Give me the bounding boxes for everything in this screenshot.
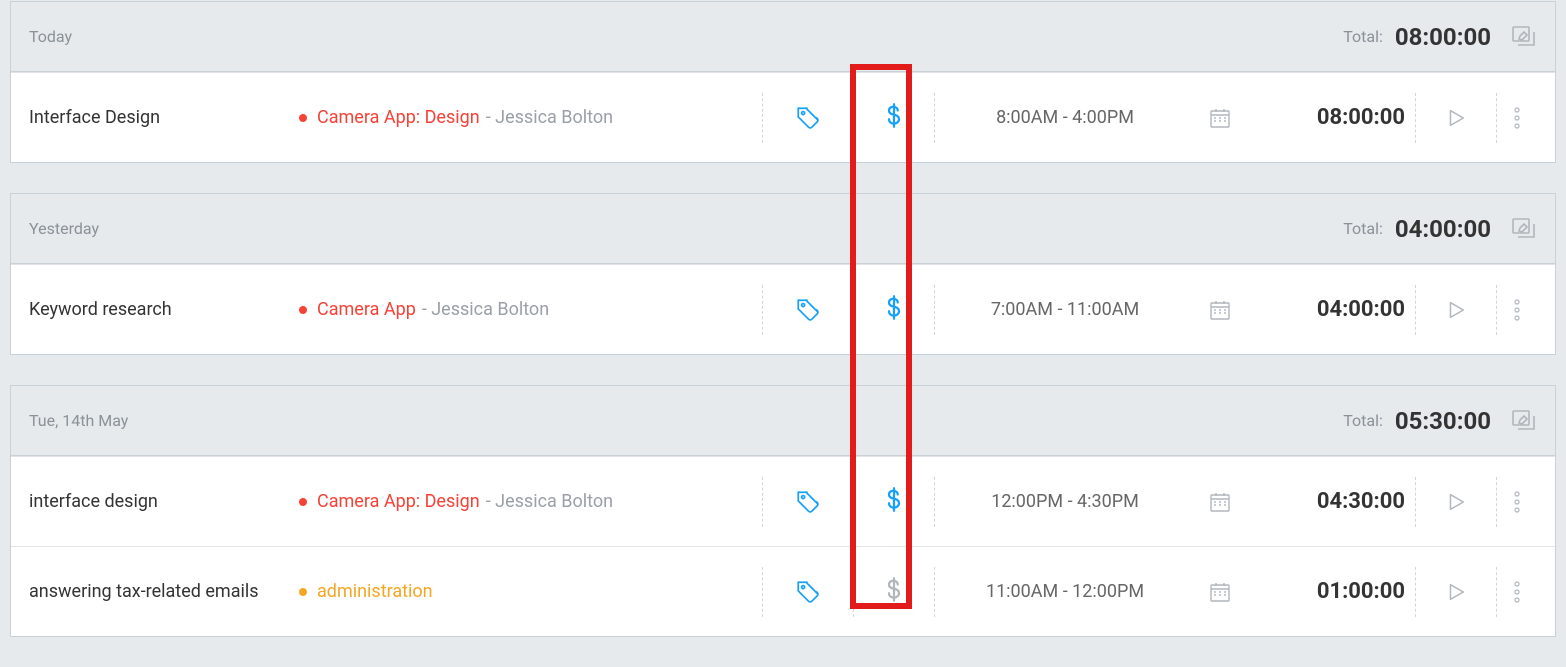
- time-range[interactable]: 12:00PM - 4:30PM: [935, 491, 1195, 512]
- dollar-icon: [885, 487, 903, 517]
- day-group-header: Tue, 14th May Total: 05:30:00: [11, 386, 1555, 456]
- entry-project[interactable]: Camera App - Jessica Bolton: [299, 299, 762, 320]
- day-group: Today Total: 08:00:00 Interface Design C…: [10, 1, 1556, 163]
- dollar-icon: [885, 577, 903, 607]
- entry-description[interactable]: Interface Design: [29, 107, 299, 128]
- play-icon: [1445, 581, 1467, 603]
- client-name: - Jessica Bolton: [422, 299, 549, 320]
- time-entry-row: Keyword research Camera App - Jessica Bo…: [11, 264, 1555, 354]
- day-group-header: Yesterday Total: 04:00:00: [11, 194, 1555, 264]
- total-label: Total:: [1343, 411, 1383, 430]
- bulk-edit-icon[interactable]: [1511, 409, 1537, 433]
- calendar-button[interactable]: [1195, 106, 1245, 130]
- time-range[interactable]: 7:00AM - 11:00AM: [935, 299, 1195, 320]
- more-menu-button[interactable]: [1497, 107, 1537, 129]
- client-name: - Jessica Bolton: [486, 491, 613, 512]
- project-name: Camera App: Design: [317, 107, 480, 128]
- time-range[interactable]: 11:00AM - 12:00PM: [935, 581, 1195, 602]
- project-name: administration: [317, 581, 433, 602]
- duration[interactable]: 01:00:00: [1245, 579, 1415, 604]
- tag-button[interactable]: [763, 489, 853, 515]
- dollar-icon: [885, 295, 903, 325]
- continue-button[interactable]: [1416, 581, 1496, 603]
- tag-button[interactable]: [763, 105, 853, 131]
- more-menu-button[interactable]: [1497, 299, 1537, 321]
- total-label: Total:: [1343, 27, 1383, 46]
- billable-toggle[interactable]: [854, 103, 934, 133]
- day-group: Yesterday Total: 04:00:00 Keyword resear…: [10, 193, 1556, 355]
- more-menu-button[interactable]: [1497, 491, 1537, 513]
- tag-icon: [795, 489, 821, 515]
- time-entry-row: Interface Design Camera App: Design - Je…: [11, 72, 1555, 162]
- tag-icon: [795, 297, 821, 323]
- time-entry-row: interface design Camera App: Design - Je…: [11, 456, 1555, 546]
- entry-project[interactable]: administration: [299, 581, 762, 602]
- project-color-dot: [299, 498, 307, 506]
- billable-toggle[interactable]: [854, 487, 934, 517]
- play-icon: [1445, 491, 1467, 513]
- play-icon: [1445, 299, 1467, 321]
- day-group: Tue, 14th May Total: 05:30:00 interface …: [10, 385, 1556, 637]
- total-value: 08:00:00: [1395, 23, 1491, 51]
- time-range[interactable]: 8:00AM - 4:00PM: [935, 107, 1195, 128]
- day-label: Today: [29, 27, 1343, 46]
- total-label: Total:: [1343, 219, 1383, 238]
- entry-description[interactable]: answering tax-related emails: [29, 581, 299, 602]
- bulk-edit-icon[interactable]: [1511, 217, 1537, 241]
- calendar-button[interactable]: [1195, 580, 1245, 604]
- calendar-button[interactable]: [1195, 490, 1245, 514]
- continue-button[interactable]: [1416, 491, 1496, 513]
- project-color-dot: [299, 588, 307, 596]
- calendar-icon: [1208, 106, 1232, 130]
- play-icon: [1445, 107, 1467, 129]
- total-value: 04:00:00: [1395, 215, 1491, 243]
- total-value: 05:30:00: [1395, 407, 1491, 435]
- calendar-icon: [1208, 490, 1232, 514]
- project-color-dot: [299, 114, 307, 122]
- entry-project[interactable]: Camera App: Design - Jessica Bolton: [299, 107, 762, 128]
- calendar-icon: [1208, 580, 1232, 604]
- duration[interactable]: 04:00:00: [1245, 297, 1415, 322]
- more-icon: [1514, 299, 1520, 321]
- day-label: Yesterday: [29, 219, 1343, 238]
- time-entry-row: answering tax-related emails administrat…: [11, 546, 1555, 636]
- dollar-icon: [885, 103, 903, 133]
- tag-icon: [795, 105, 821, 131]
- billable-toggle[interactable]: [854, 295, 934, 325]
- continue-button[interactable]: [1416, 299, 1496, 321]
- calendar-icon: [1208, 298, 1232, 322]
- day-label: Tue, 14th May: [29, 411, 1343, 430]
- entry-description[interactable]: interface design: [29, 491, 299, 512]
- bulk-edit-icon[interactable]: [1511, 25, 1537, 49]
- calendar-button[interactable]: [1195, 298, 1245, 322]
- entry-project[interactable]: Camera App: Design - Jessica Bolton: [299, 491, 762, 512]
- billable-toggle[interactable]: [854, 577, 934, 607]
- more-icon: [1514, 581, 1520, 603]
- more-icon: [1514, 107, 1520, 129]
- more-icon: [1514, 491, 1520, 513]
- project-name: Camera App: [317, 299, 416, 320]
- duration[interactable]: 04:30:00: [1245, 489, 1415, 514]
- client-name: - Jessica Bolton: [486, 107, 613, 128]
- day-group-header: Today Total: 08:00:00: [11, 2, 1555, 72]
- more-menu-button[interactable]: [1497, 581, 1537, 603]
- tag-button[interactable]: [763, 579, 853, 605]
- continue-button[interactable]: [1416, 107, 1496, 129]
- project-name: Camera App: Design: [317, 491, 480, 512]
- project-color-dot: [299, 306, 307, 314]
- tag-button[interactable]: [763, 297, 853, 323]
- entry-description[interactable]: Keyword research: [29, 299, 299, 320]
- duration[interactable]: 08:00:00: [1245, 105, 1415, 130]
- tag-icon: [795, 579, 821, 605]
